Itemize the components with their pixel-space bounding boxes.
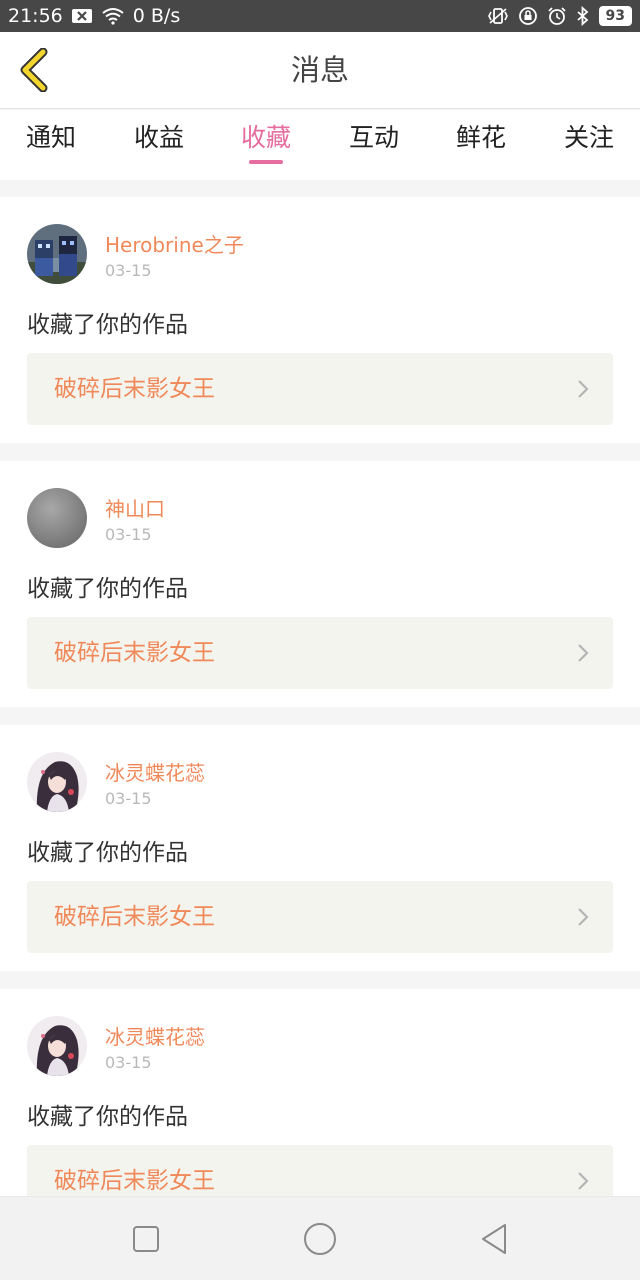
tab-interact[interactable]: 互动 [337,110,411,180]
work-link[interactable]: 破碎后末影女王 [27,617,613,689]
message-card: Herobrine之子 03-15 收藏了你的作品 破碎后末影女王 [0,197,640,443]
tab-active-indicator [249,160,283,164]
work-title: 破碎后末影女王 [54,640,215,666]
tab-follow[interactable]: 关注 [552,110,626,180]
vibrate-icon [487,7,509,25]
chevron-right-icon [578,908,589,926]
anime-girl-avatar[interactable] [27,1016,87,1076]
tab-favorites[interactable]: 收藏 [229,110,303,180]
gray-avatar[interactable] [27,488,87,548]
username[interactable]: 冰灵蝶花蕊 [105,757,205,786]
work-title: 破碎后末影女王 [54,904,215,930]
bluetooth-icon [576,6,590,26]
chevron-right-icon [578,1172,589,1190]
recent-apps-button[interactable] [124,1217,168,1261]
action-text: 收藏了你的作品 [27,576,188,602]
username[interactable]: Herobrine之子 [105,229,244,258]
app-header: 消息 [0,32,640,109]
message-card: 冰灵蝶花蕊 03-15 收藏了你的作品 破碎后末影女王 [0,725,640,971]
minecraft-avatar[interactable] [27,224,87,284]
username[interactable]: 神山口 [105,493,165,522]
system-nav-bar [0,1196,640,1280]
back-button[interactable] [14,48,54,92]
message-card: 神山口 03-15 收藏了你的作品 破碎后末影女王 [0,461,640,707]
action-text: 收藏了你的作品 [27,1104,188,1130]
chevron-right-icon [578,644,589,662]
network-speed: 0 B/s [132,5,181,27]
wifi-icon [101,7,125,25]
message-date: 03-15 [105,789,152,808]
anime-girl-avatar[interactable] [27,752,87,812]
work-title: 破碎后末影女王 [54,376,215,402]
message-date: 03-15 [105,525,152,544]
chevron-left-icon [20,48,48,92]
battery-icon: 93 [598,6,632,26]
chevron-right-icon [578,380,589,398]
work-link[interactable]: 破碎后末影女王 [27,881,613,953]
tab-flowers[interactable]: 鲜花 [444,110,518,180]
action-text: 收藏了你的作品 [27,312,188,338]
tab-notify[interactable]: 通知 [14,110,88,180]
message-list: Herobrine之子 03-15 收藏了你的作品 破碎后末影女王 神山口 03… [0,197,640,1253]
message-date: 03-15 [105,1053,152,1072]
message-date: 03-15 [105,261,152,280]
back-icon [482,1224,506,1254]
alarm-icon [547,6,567,26]
action-text: 收藏了你的作品 [27,840,188,866]
tab-earnings[interactable]: 收益 [122,110,196,180]
home-button[interactable] [298,1217,342,1261]
work-link[interactable]: 破碎后末影女王 [27,353,613,425]
home-icon [304,1223,336,1255]
status-bar: 21:56 0 B/s 93 [0,0,640,32]
lock-rotation-icon [518,6,538,26]
username[interactable]: 冰灵蝶花蕊 [105,1021,205,1050]
tab-bar: 通知 收益 收藏 互动 鲜花 关注 [0,110,640,180]
recent-apps-icon [133,1226,159,1252]
nav-back-button[interactable] [472,1217,516,1261]
notification-x-icon [71,8,93,24]
status-time: 21:56 [8,5,63,27]
page-title: 消息 [290,53,349,87]
